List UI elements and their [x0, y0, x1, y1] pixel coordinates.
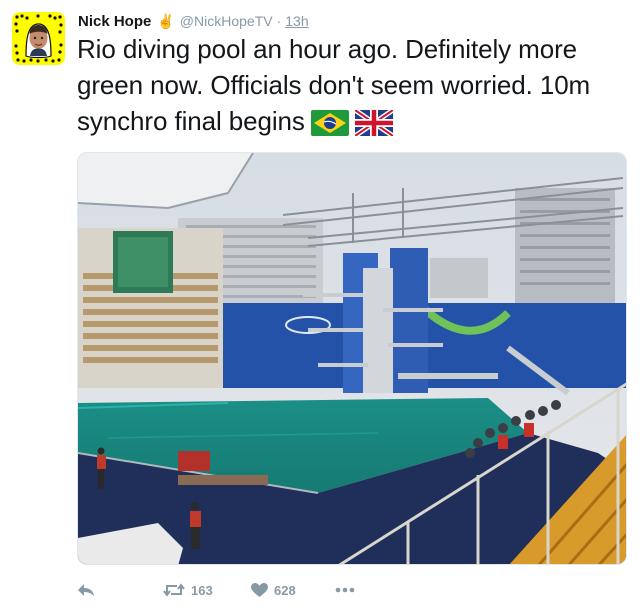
tweet-header: Nick Hope ✌ @NickHopeTV · 13h	[78, 12, 309, 30]
retweet-count: 163	[191, 582, 213, 598]
avatar[interactable]	[12, 12, 65, 65]
tweet-actions: 163 628	[77, 579, 355, 601]
like-count: 628	[274, 582, 296, 598]
victory-hand-emoji: ✌	[157, 12, 175, 29]
author-handle[interactable]: @NickHopeTV	[180, 13, 273, 29]
heart-icon	[251, 582, 268, 597]
retweet-icon	[163, 583, 185, 597]
retweet-button[interactable]: 163	[163, 582, 251, 598]
reply-button[interactable]	[77, 582, 163, 598]
more-icon	[335, 587, 355, 593]
brazil-flag-icon	[310, 109, 349, 145]
separator-dot: ·	[276, 13, 282, 29]
more-button[interactable]	[335, 587, 355, 593]
tweet-body: Rio diving pool an hour ago. Definitely …	[77, 31, 622, 145]
tweet-timestamp[interactable]: 13h	[285, 13, 308, 29]
reply-icon	[78, 584, 94, 596]
uk-flag-icon	[353, 107, 395, 145]
snapcode-avatar-icon	[12, 12, 65, 65]
tweet-photo[interactable]	[77, 152, 627, 565]
diving-pool-image	[78, 153, 626, 564]
author-name[interactable]: Nick Hope	[78, 13, 151, 30]
like-button[interactable]: 628	[251, 582, 335, 598]
